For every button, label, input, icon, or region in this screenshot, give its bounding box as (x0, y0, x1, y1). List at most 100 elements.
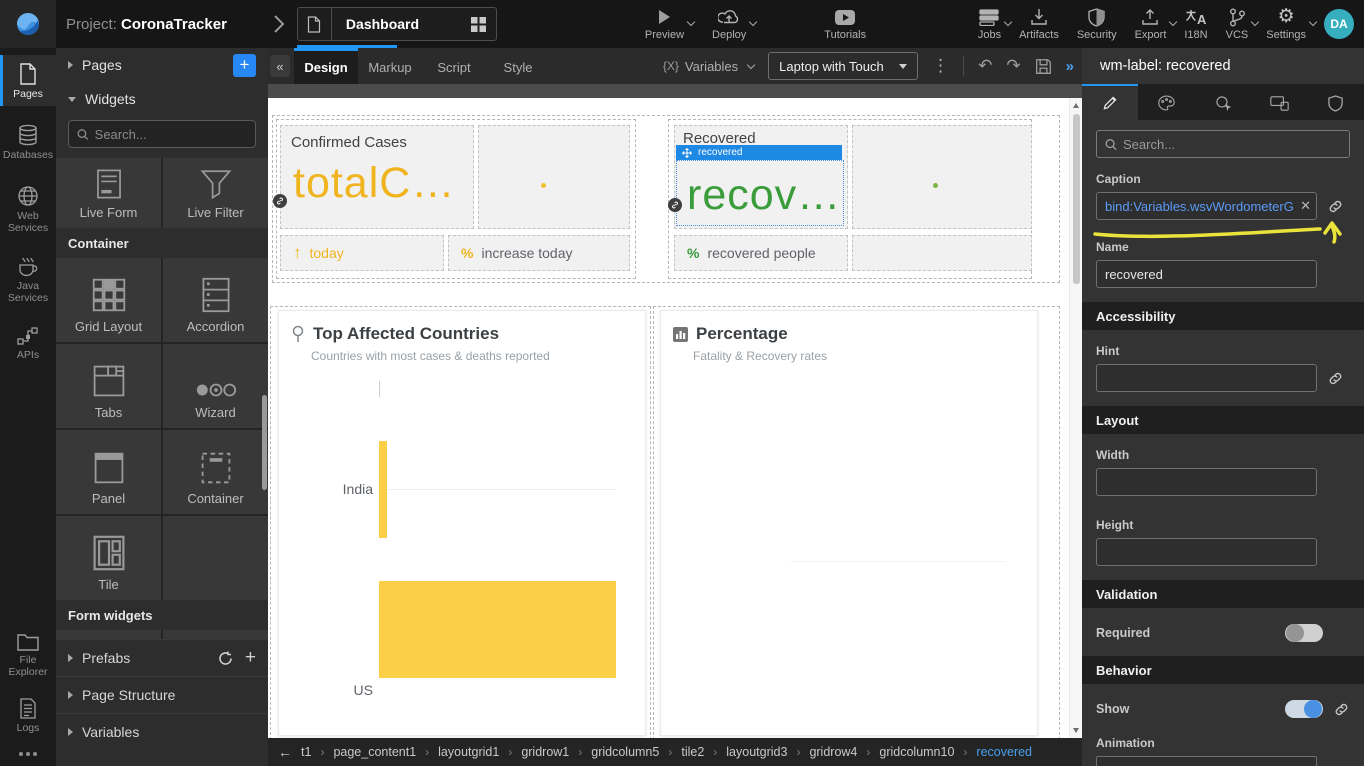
recovered-footer-empty-cell[interactable] (852, 235, 1032, 271)
vcs-caret-icon[interactable] (1251, 18, 1259, 26)
settings-button[interactable]: ⚙ Settings (1266, 7, 1306, 41)
scroll-down-arrow-icon[interactable] (1073, 728, 1079, 733)
scroll-up-arrow-icon[interactable] (1073, 103, 1079, 108)
confirmed-label-cell[interactable]: Confirmed Cases totalC… (280, 125, 474, 229)
tab-script[interactable]: Script (422, 48, 486, 84)
accessibility-section-header[interactable]: Accessibility (1082, 302, 1364, 330)
rail-item-file-explorer[interactable]: File Explorer (0, 624, 56, 684)
widget-live-form[interactable]: Live Form (56, 158, 161, 228)
redo-button[interactable]: ↷ (1006, 56, 1020, 76)
bind-link-badge[interactable] (668, 198, 682, 212)
breadcrumb-item[interactable]: layoutgrid1 (438, 745, 499, 759)
preview-caret-icon[interactable] (687, 18, 695, 26)
prefabs-section[interactable]: Prefabs + (56, 639, 268, 676)
add-page-button[interactable]: + (233, 54, 256, 77)
jobs-caret-icon[interactable] (1004, 18, 1012, 26)
breadcrumb-item[interactable]: gridrow4 (809, 745, 857, 759)
settings-caret-icon[interactable] (1309, 18, 1317, 26)
deploy-caret-icon[interactable] (749, 18, 757, 26)
widget-tabs[interactable]: Tabs (56, 344, 161, 428)
confirmed-increase-cell[interactable]: % increase today (448, 235, 630, 271)
confirmed-today-cell[interactable]: ↑ today (280, 235, 444, 271)
export-caret-icon[interactable] (1169, 18, 1177, 26)
add-prefab-button[interactable]: + (245, 651, 256, 665)
rail-item-apis[interactable]: APIs (0, 318, 56, 367)
canvas-scrollbar[interactable] (1069, 98, 1082, 738)
tab-security[interactable] (1308, 84, 1364, 120)
variables-button[interactable]: {X} Variables (663, 59, 754, 74)
page-tab-dashboard[interactable]: Dashboard (297, 7, 497, 41)
breadcrumb-item[interactable]: gridcolumn5 (591, 745, 659, 759)
deploy-button[interactable]: Deploy (712, 7, 746, 41)
caption-bind-link-icon[interactable] (1327, 198, 1344, 215)
jobs-button[interactable]: Jobs (978, 7, 1001, 41)
breadcrumb-item[interactable]: t1 (301, 745, 311, 759)
bind-link-badge[interactable] (273, 194, 287, 208)
show-toggle[interactable] (1285, 700, 1323, 718)
confirmed-empty-cell[interactable] (478, 125, 630, 229)
breadcrumb-item[interactable]: layoutgrid3 (726, 745, 787, 759)
breadcrumb-item-active[interactable]: recovered (976, 745, 1032, 759)
behavior-section-header[interactable]: Behavior (1082, 656, 1364, 684)
animation-select[interactable] (1096, 756, 1317, 766)
selection-header-recovered[interactable]: recovered (676, 145, 842, 160)
layout-section-header[interactable]: Layout (1082, 406, 1364, 434)
recovered-empty-cell[interactable] (852, 125, 1032, 229)
tab-devices[interactable] (1251, 84, 1307, 120)
pages-section-header[interactable]: Pages + (56, 48, 268, 82)
bar-india[interactable] (379, 441, 387, 538)
properties-search-box[interactable] (1096, 130, 1350, 158)
recovered-value-binding[interactable]: recov… (677, 161, 843, 220)
widget-wizard[interactable]: Wizard (163, 344, 268, 428)
properties-search-input[interactable] (1123, 137, 1341, 152)
widget-search-box[interactable] (68, 120, 256, 148)
widget-grid-layout[interactable]: Grid Layout (56, 258, 161, 342)
design-canvas[interactable]: Confirmed Cases totalC… ↑ today % increa… (268, 98, 1082, 738)
widget-panel[interactable]: Panel (56, 430, 161, 514)
clear-binding-button[interactable]: ✕ (1300, 198, 1311, 213)
rail-item-pages[interactable]: Pages (0, 55, 56, 106)
wavemaker-logo[interactable] (0, 0, 56, 48)
vcs-button[interactable]: VCS (1226, 7, 1249, 41)
tab-style[interactable]: Style (486, 48, 550, 84)
user-avatar[interactable]: DA (1324, 9, 1354, 39)
tutorials-button[interactable]: Tutorials (824, 7, 866, 41)
collapse-left-panel-button[interactable]: « (270, 55, 290, 77)
bar-us[interactable] (379, 581, 616, 678)
security-button[interactable]: Security (1077, 7, 1117, 41)
widget-search-input[interactable] (95, 127, 247, 142)
hint-input[interactable] (1096, 364, 1317, 392)
breadcrumb-item[interactable]: gridrow1 (521, 745, 569, 759)
widgets-section-header[interactable]: Widgets (56, 82, 268, 116)
tab-styles[interactable] (1138, 84, 1194, 120)
tab-markup[interactable]: Markup (358, 48, 422, 84)
breadcrumb-item[interactable]: tile2 (681, 745, 704, 759)
percentage-card[interactable]: Percentage Fatality & Recovery rates (660, 310, 1038, 736)
top-affected-countries-card[interactable]: Top Affected Countries Countries with mo… (278, 310, 646, 736)
device-selector[interactable]: Laptop with Touch (768, 52, 918, 80)
breadcrumb-item[interactable]: gridcolumn10 (879, 745, 954, 759)
widget-accordion[interactable]: Accordion (163, 258, 268, 342)
breadcrumb-item[interactable]: page_content1 (333, 745, 416, 759)
show-bind-link-icon[interactable] (1333, 701, 1350, 718)
required-toggle[interactable] (1285, 624, 1323, 642)
rail-item-logs[interactable]: Logs (0, 690, 56, 740)
rail-item-databases[interactable]: Databases (0, 116, 56, 167)
hint-bind-link-icon[interactable] (1327, 370, 1344, 387)
save-button[interactable] (1035, 58, 1052, 75)
scrollbar-thumb[interactable] (1073, 114, 1080, 284)
rail-item-java-services[interactable]: Java Services (0, 248, 56, 310)
expand-right-panel-button[interactable]: » (1066, 58, 1074, 75)
pages-grid-icon[interactable] (462, 17, 496, 32)
selected-widget-outline[interactable]: recov… (676, 160, 844, 226)
height-input[interactable] (1096, 538, 1317, 566)
widget-live-filter[interactable]: Live Filter (163, 158, 268, 228)
page-structure-section[interactable]: Page Structure (56, 676, 268, 713)
export-button[interactable]: Export (1135, 7, 1167, 41)
variables-section[interactable]: Variables (56, 713, 268, 750)
widget-container[interactable]: Container (163, 430, 268, 514)
caption-input[interactable] (1096, 192, 1317, 220)
more-options-button[interactable]: ⋮ (932, 56, 949, 76)
validation-section-header[interactable]: Validation (1082, 580, 1364, 608)
refresh-icon[interactable] (218, 651, 233, 666)
